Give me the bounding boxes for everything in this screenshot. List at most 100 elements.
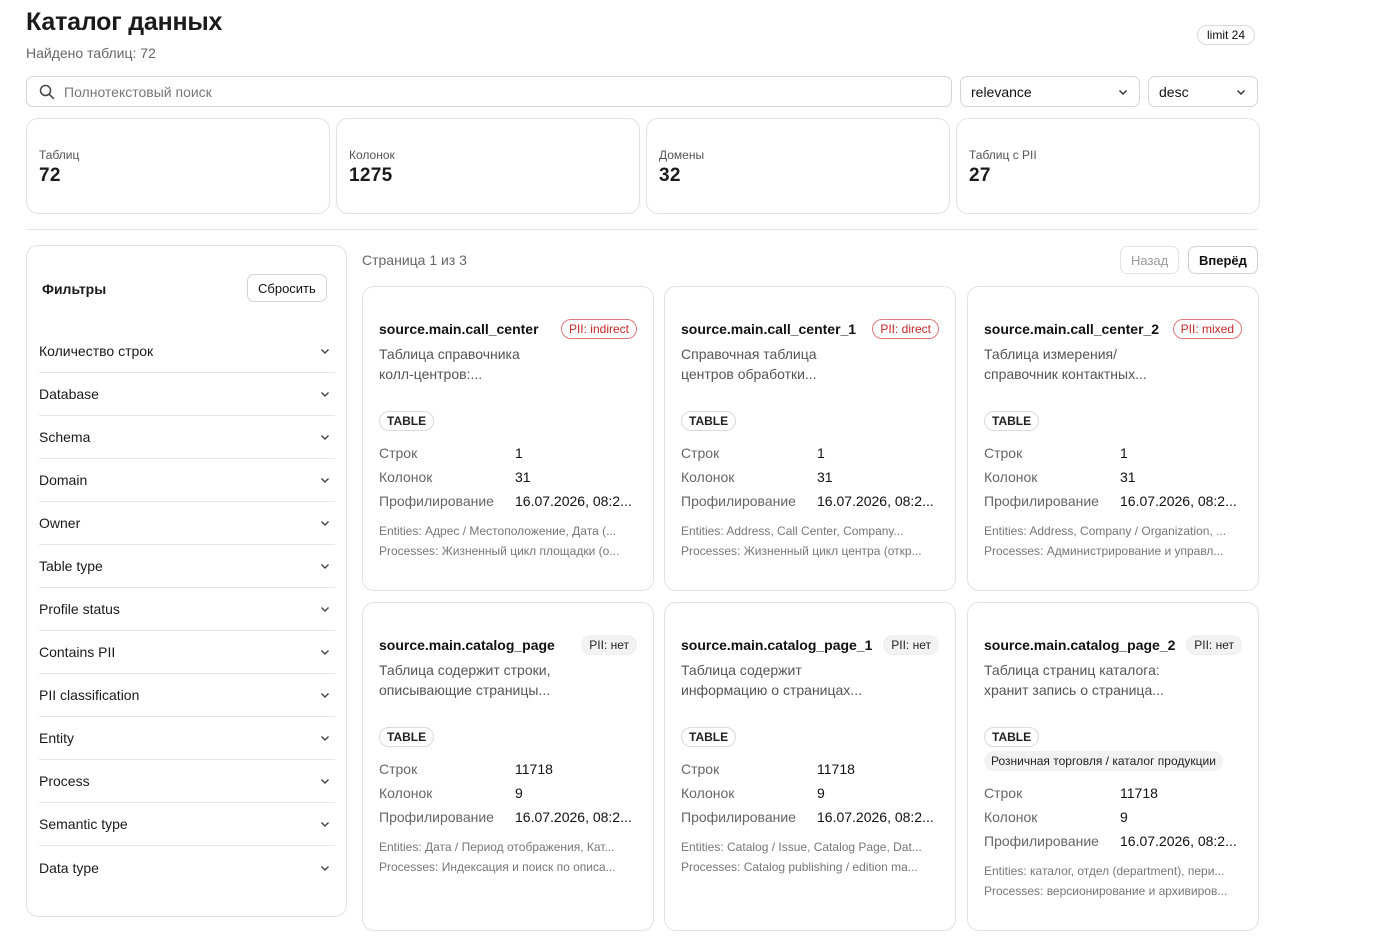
- table-card[interactable]: source.main.catalog_page PII: нет Таблица …: [362, 602, 654, 931]
- rows-label: Строк: [379, 445, 418, 461]
- sort-order-select[interactable]: desc: [1148, 76, 1258, 107]
- stat-label: Колонок: [349, 148, 395, 162]
- table-name[interactable]: source.main.catalog_page_2: [984, 637, 1175, 653]
- stat-value: 1275: [349, 165, 393, 186]
- processes-text: Processes: Жизненный цикл центра (откр..…: [681, 544, 922, 558]
- columns-label: Колонок: [681, 469, 735, 485]
- entities-text: Entities: Catalog / Issue, Catalog Page,…: [681, 840, 922, 854]
- table-description: Таблица справочника колл-центров:...: [379, 344, 569, 384]
- filter-item[interactable]: Domain: [39, 459, 335, 502]
- stat-card-domains: Домены 32: [646, 118, 950, 214]
- description-line: хранит запись о страница...: [984, 682, 1164, 698]
- table-card[interactable]: source.main.catalog_page_2 PII: нет Таблиц…: [967, 602, 1259, 931]
- sort-order-value: desc: [1159, 83, 1189, 100]
- profiling-value: 16.07.2026, 08:2...: [515, 493, 632, 509]
- rows-label: Строк: [681, 445, 720, 461]
- filters-title: Фильтры: [42, 281, 107, 297]
- profiling-label: Профилирование: [984, 493, 1099, 509]
- table-description: Таблица содержит строки, описывающие стра…: [379, 660, 569, 700]
- columns-label: Колонок: [681, 785, 735, 801]
- table-description: Таблица измерения/справочник контактных.…: [984, 344, 1174, 384]
- filter-item[interactable]: PII classification: [39, 674, 335, 717]
- description-line: центров обработки...: [681, 366, 817, 382]
- processes-text: Processes: Catalog publishing / edition …: [681, 860, 918, 874]
- profiling-label: Профилирование: [984, 833, 1099, 849]
- processes-text: Processes: Жизненный цикл площадки (о...: [379, 544, 620, 558]
- stat-value: 27: [969, 165, 991, 186]
- chevron-down-icon: [321, 693, 329, 698]
- search-input[interactable]: [64, 83, 944, 100]
- entities-text: Entities: Address, Company / Organizatio…: [984, 524, 1227, 538]
- table-card[interactable]: source.main.catalog_page_1 PII: нет Таблиц…: [664, 602, 956, 931]
- stat-label: Таблиц с PII: [969, 148, 1037, 162]
- divider: [26, 229, 1258, 230]
- filter-item[interactable]: Database: [39, 373, 335, 416]
- columns-label: Колонок: [984, 809, 1038, 825]
- profiling-label: Профилирование: [379, 809, 494, 825]
- filter-item[interactable]: Semantic type: [39, 803, 335, 846]
- table-card[interactable]: source.main.call_center_2 PII: mixed Табли…: [967, 286, 1259, 591]
- filter-label: Owner: [39, 515, 81, 531]
- filter-label: PII classification: [39, 687, 140, 703]
- pii-badge: PII: mixed: [1172, 319, 1242, 339]
- table-description: Справочная таблица центров обработки...: [681, 344, 871, 384]
- stat-card-tables: Таблиц 72: [26, 118, 330, 214]
- stat-label: Таблиц: [39, 148, 80, 162]
- processes-text: Processes: Индексация и поиск по описа..…: [379, 860, 616, 874]
- filter-item[interactable]: Schema: [39, 416, 335, 459]
- description-line: описывающие страницы...: [379, 682, 551, 698]
- entities-text: Entities: Address, Call Center, Company.…: [681, 524, 904, 538]
- prev-page-button[interactable]: Назад: [1120, 246, 1180, 274]
- filter-item[interactable]: Data type: [39, 846, 335, 889]
- pii-badge: PII: нет: [581, 635, 637, 655]
- chevron-down-icon: [321, 822, 329, 827]
- chevron-down-icon: [321, 607, 329, 612]
- sort-field-value: relevance: [971, 83, 1032, 100]
- profiling-label: Профилирование: [681, 809, 796, 825]
- filter-label: Entity: [39, 730, 75, 746]
- table-description: Таблица содержит информацию о страницах..…: [681, 660, 871, 700]
- reset-filters-button[interactable]: Сбросить: [247, 274, 327, 302]
- table-name[interactable]: source.main.catalog_page_1: [681, 637, 872, 653]
- rows-value: 1: [515, 445, 523, 461]
- chevron-down-icon: [321, 865, 329, 871]
- filter-item[interactable]: Owner: [39, 502, 335, 545]
- columns-value: 31: [1120, 469, 1136, 485]
- chevron-down-icon: [321, 650, 329, 655]
- filter-item[interactable]: Process: [39, 760, 335, 803]
- table-description: Таблица страниц каталога: хранит запись о…: [984, 660, 1174, 700]
- table-type-badge: TABLE: [984, 411, 1040, 431]
- filter-item[interactable]: Количество строк: [39, 330, 335, 373]
- sort-field-select[interactable]: relevance: [960, 76, 1140, 107]
- search-box[interactable]: [26, 76, 952, 107]
- next-page-button[interactable]: Вперёд: [1188, 246, 1258, 274]
- filter-label: Contains PII: [39, 644, 116, 660]
- search-icon: [39, 84, 55, 99]
- table-card[interactable]: source.main.call_center PII: indirect Табл…: [362, 286, 654, 591]
- columns-value: 31: [515, 469, 531, 485]
- stat-card-columns: Колонок 1275: [336, 118, 640, 214]
- filter-label: Количество строк: [39, 343, 154, 359]
- description-line: Таблица содержит строки,: [379, 662, 551, 678]
- table-name[interactable]: source.main.call_center_1: [681, 321, 856, 337]
- stat-label: Домены: [659, 148, 705, 162]
- filter-item[interactable]: Entity: [39, 717, 335, 760]
- table-card[interactable]: source.main.call_center_1 PII: direct Спра…: [664, 286, 956, 591]
- table-name[interactable]: source.main.catalog_page: [379, 637, 555, 653]
- columns-value: 9: [1120, 809, 1128, 825]
- chevron-down-icon: [321, 349, 329, 354]
- filter-item[interactable]: Table type: [39, 545, 335, 588]
- filter-label: Semantic type: [39, 816, 128, 832]
- description-line: информацию о страницах...: [681, 682, 862, 698]
- table-type-badge: TABLE: [681, 727, 737, 747]
- filter-label: Data type: [39, 859, 99, 876]
- filter-item[interactable]: Profile status: [39, 588, 335, 631]
- filter-item[interactable]: Contains PII: [39, 631, 335, 674]
- table-name[interactable]: source.main.call_center: [379, 321, 539, 337]
- profiling-label: Профилирование: [379, 493, 494, 509]
- description-line: Таблица страниц каталога:: [984, 662, 1160, 678]
- table-name[interactable]: source.main.call_center_2: [984, 321, 1159, 337]
- chevron-down-icon: [321, 564, 329, 569]
- filters-panel: Фильтры Сбросить Количество строк Databas…: [26, 245, 347, 917]
- domain-badge: Розничная торговля / каталог продукции: [984, 751, 1223, 771]
